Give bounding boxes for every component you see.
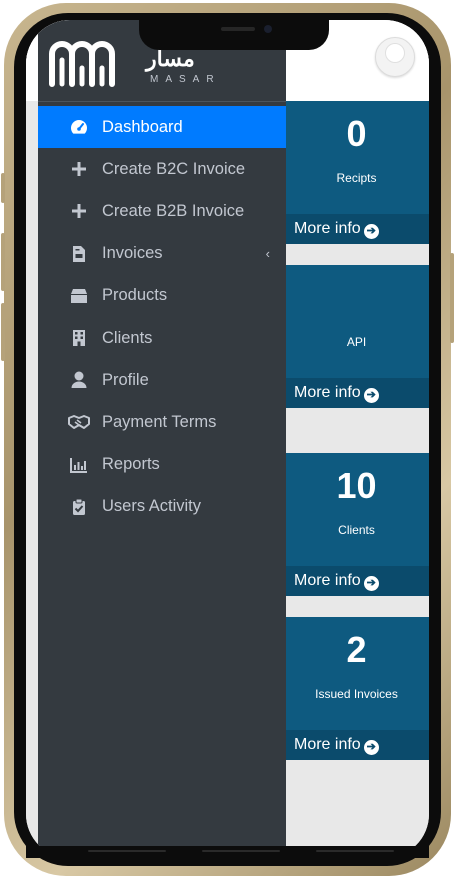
handshake-icon <box>68 413 90 431</box>
card-value: 10 <box>336 465 377 506</box>
sidebar-item-label: Create B2C Invoice <box>102 159 246 178</box>
power-button <box>450 253 454 343</box>
clients-card: 10 Clients More info ➔ <box>284 453 429 596</box>
sidebar-item-reports[interactable]: Reports <box>38 444 286 486</box>
sidebar-item-label: Create B2B Invoice <box>102 201 245 220</box>
clipboard-check-icon <box>68 498 90 516</box>
sidebar-item-profile[interactable]: Profile <box>38 359 286 401</box>
arrow-circle-right-icon: ➔ <box>363 576 379 591</box>
main-sidebar: مسار MASAR Dashboard Create B2C Invoice <box>38 20 286 858</box>
sidebar-item-label: Invoices <box>102 244 163 263</box>
more-info-label: More info <box>294 384 361 401</box>
plus-icon <box>68 160 90 178</box>
more-info-label: More info <box>294 572 361 589</box>
card-label: Clients <box>338 523 375 537</box>
card-value: 0 <box>346 113 367 154</box>
user-icon <box>68 371 90 389</box>
speaker-grille <box>221 27 255 31</box>
brand-english-name: MASAR <box>150 74 221 85</box>
sidebar-item-invoices[interactable]: Invoices ‹ <box>38 233 286 275</box>
sidebar-item-label: Reports <box>102 455 160 474</box>
plus-icon <box>68 202 90 220</box>
screen-bottom-edge <box>26 846 429 858</box>
more-info-link[interactable]: More info ➔ <box>284 566 429 596</box>
card-label: Issued Invoices <box>315 687 398 701</box>
card-label: API <box>346 335 367 349</box>
bottom-divider <box>88 850 166 852</box>
sidebar-item-products[interactable]: Products <box>38 275 286 317</box>
front-camera <box>264 25 272 33</box>
issued-invoices-card: 2 Issued Invoices More info ➔ <box>284 617 429 760</box>
volume-down-button <box>1 303 5 361</box>
bottom-divider <box>316 850 394 852</box>
sidebar-item-label: Users Activity <box>102 497 202 516</box>
sidebar-item-label: Products <box>102 286 168 305</box>
sidebar-item-create-b2c-invoice[interactable]: Create B2C Invoice <box>38 148 286 190</box>
more-info-label: More info <box>294 220 361 237</box>
sidebar-item-label: Profile <box>102 370 149 389</box>
sidebar-item-label: Payment Terms <box>102 412 217 431</box>
masar-logo-icon <box>49 41 115 87</box>
user-avatar[interactable] <box>375 37 415 77</box>
more-info-label: More info <box>294 736 361 753</box>
sidebar-item-clients[interactable]: Clients <box>38 317 286 359</box>
sidebar-item-create-b2b-invoice[interactable]: Create B2B Invoice <box>38 190 286 232</box>
sidebar-item-dashboard[interactable]: Dashboard <box>38 106 286 149</box>
bottom-divider <box>202 850 280 852</box>
volume-up-button <box>1 233 5 291</box>
tachometer-icon <box>68 118 90 136</box>
more-info-link[interactable]: More info ➔ <box>284 214 429 244</box>
sidebar-item-label: Dashboard <box>102 117 183 136</box>
building-icon <box>68 329 90 347</box>
arrow-circle-right-icon: ➔ <box>363 740 379 755</box>
sidebar-item-payment-terms[interactable]: Payment Terms <box>38 401 286 443</box>
arrow-circle-right-icon: ➔ <box>363 388 379 403</box>
sidebar-item-label: Clients <box>102 328 153 347</box>
card-value: 2 <box>346 629 367 670</box>
sidebar-nav: Dashboard Create B2C Invoice Create B2B … <box>38 106 286 528</box>
screen: 0 Recipts More info ➔ API More info ➔ 10 C… <box>26 20 429 858</box>
api-card: API More info ➔ <box>284 265 429 408</box>
receipts-card: 0 Recipts More info ➔ <box>284 101 429 244</box>
sidebar-item-users-activity[interactable]: Users Activity <box>38 486 286 528</box>
chart-bar-icon <box>68 456 90 474</box>
chevron-left-icon[interactable]: ‹ <box>266 246 270 261</box>
file-invoice-icon <box>68 245 90 263</box>
mute-switch <box>1 173 5 203</box>
card-label: Recipts <box>336 171 377 185</box>
more-info-link[interactable]: More info ➔ <box>284 378 429 408</box>
box-icon <box>68 287 90 305</box>
arrow-circle-right-icon: ➔ <box>363 224 379 239</box>
phone-notch <box>139 20 329 50</box>
more-info-link[interactable]: More info ➔ <box>284 730 429 760</box>
